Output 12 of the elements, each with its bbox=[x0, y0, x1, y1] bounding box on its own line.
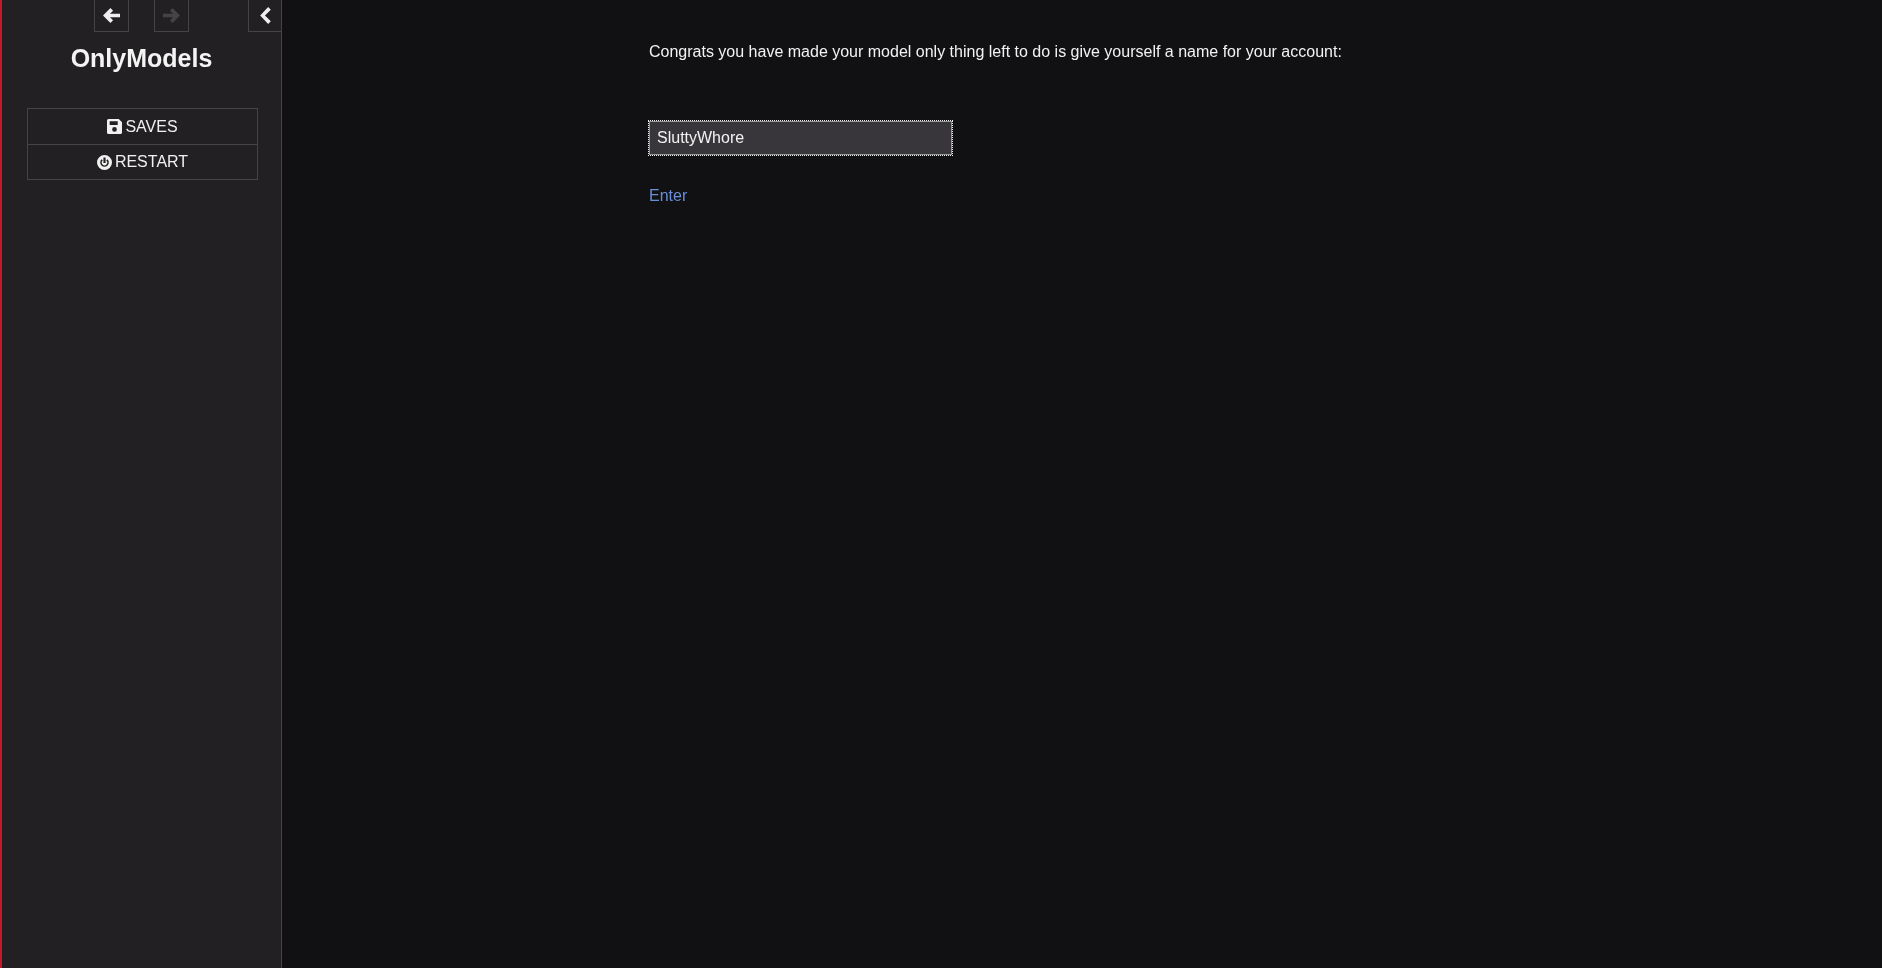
restart-button[interactable]: RESTART bbox=[28, 144, 257, 179]
name-input-field[interactable]: SluttyWhore bbox=[649, 121, 952, 155]
passage-text: Congrats you have made your model only thing left to do is give yourself a name for your account: bbox=[649, 42, 1342, 62]
power-icon bbox=[96, 154, 112, 170]
back-button[interactable] bbox=[94, 0, 129, 32]
saves-button[interactable]: SAVES bbox=[28, 109, 257, 144]
collapse-sidebar-button[interactable] bbox=[248, 0, 281, 32]
right-arrow-icon bbox=[163, 8, 180, 23]
enter-link[interactable]: Enter bbox=[649, 186, 688, 206]
left-arrow-icon bbox=[103, 8, 120, 23]
chevron-left-icon bbox=[259, 7, 271, 24]
story-title: OnlyModels bbox=[69, 44, 214, 72]
